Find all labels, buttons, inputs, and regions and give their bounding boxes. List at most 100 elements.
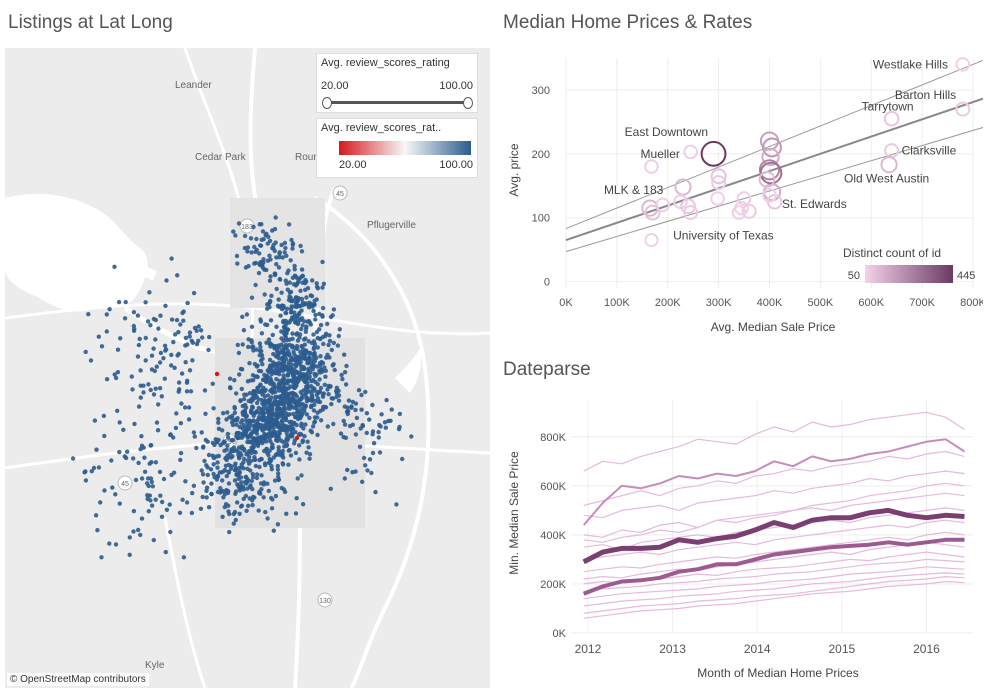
listing-marker[interactable] (112, 372, 117, 377)
listing-marker[interactable] (289, 426, 294, 431)
listing-marker[interactable] (243, 265, 249, 270)
line-series-path[interactable] (583, 566, 965, 600)
listing-marker[interactable] (270, 332, 275, 338)
listing-marker[interactable] (286, 378, 291, 384)
listing-marker[interactable] (222, 467, 228, 473)
listing-marker[interactable] (287, 337, 292, 342)
listing-marker[interactable] (249, 295, 255, 300)
listing-marker[interactable] (345, 467, 350, 473)
listing-marker[interactable] (289, 237, 294, 243)
listing-marker[interactable] (123, 299, 128, 305)
listing-marker[interactable] (290, 242, 295, 247)
listing-marker[interactable] (331, 340, 336, 346)
listing-marker[interactable] (312, 298, 317, 303)
listing-marker[interactable] (283, 245, 288, 251)
listing-marker[interactable] (302, 434, 307, 439)
listing-marker[interactable] (286, 406, 291, 411)
listing-marker[interactable] (241, 466, 246, 471)
listing-marker[interactable] (288, 258, 293, 263)
listing-marker[interactable] (260, 440, 265, 446)
listing-marker[interactable] (244, 508, 249, 513)
listing-marker[interactable] (127, 535, 132, 540)
listing-marker[interactable] (258, 369, 264, 374)
listing-marker[interactable] (300, 502, 306, 507)
listing-marker[interactable] (163, 549, 168, 555)
listing-marker[interactable] (297, 431, 303, 436)
listing-marker[interactable] (330, 313, 335, 318)
listing-marker[interactable] (178, 322, 183, 327)
listing-marker[interactable] (199, 430, 204, 435)
listing-marker[interactable] (173, 425, 179, 431)
listing-marker[interactable] (251, 224, 256, 230)
listing-marker[interactable] (263, 417, 268, 422)
listing-marker[interactable] (299, 249, 305, 254)
listing-marker[interactable] (305, 384, 310, 389)
listing-marker[interactable] (275, 522, 281, 527)
listing-marker[interactable] (307, 374, 312, 379)
listing-marker[interactable] (304, 295, 309, 300)
listing-marker[interactable] (253, 463, 259, 469)
listing-marker[interactable] (86, 312, 91, 317)
listing-marker[interactable] (237, 435, 242, 440)
listing-marker[interactable] (353, 401, 359, 406)
listing-marker[interactable] (164, 278, 169, 283)
listing-marker[interactable] (299, 423, 304, 429)
listing-marker[interactable] (262, 423, 268, 428)
listing-marker[interactable] (331, 307, 337, 312)
listing-marker[interactable] (235, 500, 240, 505)
listing-marker[interactable] (291, 370, 297, 375)
listing-marker[interactable] (145, 319, 151, 324)
listing-marker[interactable] (314, 392, 319, 398)
listing-marker[interactable] (277, 277, 283, 282)
listing-marker[interactable] (250, 475, 256, 480)
listing-marker[interactable] (245, 477, 251, 482)
listing-marker[interactable] (162, 343, 168, 348)
listing-marker[interactable] (143, 300, 148, 305)
listing-marker[interactable] (210, 440, 215, 446)
listing-marker[interactable] (183, 335, 189, 341)
listing-marker[interactable] (221, 439, 227, 444)
listing-marker[interactable] (231, 511, 237, 517)
listing-marker[interactable] (83, 349, 88, 355)
listing-marker[interactable] (311, 345, 317, 350)
listing-marker[interactable] (149, 353, 155, 358)
listing-marker[interactable] (276, 477, 281, 483)
listing-marker[interactable] (286, 401, 292, 406)
listing-marker[interactable] (179, 401, 184, 406)
listing-marker[interactable] (340, 376, 345, 382)
listing-marker[interactable] (278, 401, 284, 406)
listing-marker[interactable] (233, 517, 238, 523)
listing-marker[interactable] (131, 310, 137, 315)
listing-marker[interactable] (270, 442, 275, 447)
listing-marker[interactable] (214, 371, 220, 377)
listing-marker[interactable] (270, 390, 275, 395)
listing-marker[interactable] (273, 215, 278, 220)
listing-marker[interactable] (249, 340, 254, 345)
listing-marker[interactable] (257, 222, 262, 227)
listing-marker[interactable] (297, 457, 302, 462)
listing-marker[interactable] (211, 406, 216, 411)
listing-marker[interactable] (94, 447, 99, 452)
listing-marker[interactable] (125, 449, 130, 454)
listing-marker[interactable] (151, 392, 157, 397)
listing-marker[interactable] (171, 470, 177, 475)
listing-marker[interactable] (323, 374, 328, 379)
listing-marker[interactable] (297, 443, 302, 448)
listing-marker[interactable] (266, 452, 271, 458)
line-series-path[interactable] (583, 572, 965, 607)
listing-marker[interactable] (293, 450, 299, 456)
listing-marker[interactable] (180, 497, 185, 502)
listing-marker[interactable] (139, 434, 144, 439)
listing-marker[interactable] (266, 410, 271, 415)
scatter-point[interactable] (644, 232, 659, 248)
listing-marker[interactable] (256, 508, 261, 513)
listing-marker[interactable] (247, 361, 252, 366)
listing-marker[interactable] (199, 468, 204, 473)
listing-marker[interactable] (292, 263, 297, 269)
listing-marker[interactable] (353, 407, 358, 413)
listing-marker[interactable] (269, 369, 275, 374)
listing-marker[interactable] (131, 508, 137, 514)
listing-marker[interactable] (300, 438, 306, 443)
listing-marker[interactable] (174, 411, 179, 416)
listing-marker[interactable] (250, 502, 255, 508)
